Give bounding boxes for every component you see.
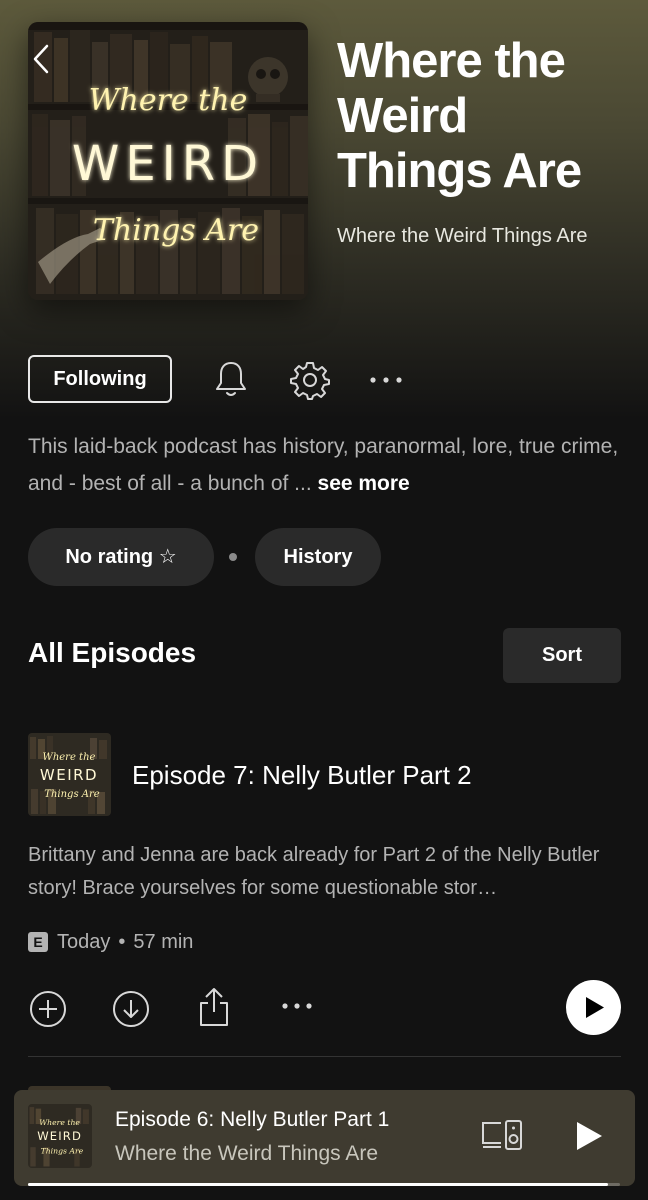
cover-line-3: Things Are bbox=[93, 213, 259, 248]
play-icon bbox=[586, 997, 604, 1018]
episode-duration: 57 min bbox=[133, 931, 194, 953]
cover-line-2: WEIRD bbox=[72, 136, 264, 192]
now-playing-show: Where the Weird Things Are bbox=[115, 1142, 379, 1165]
cover-line-1: Where the bbox=[89, 83, 248, 118]
podcast-publisher[interactable]: Where the Weird Things Are bbox=[337, 220, 617, 253]
thumb-line-1: Where the bbox=[43, 752, 96, 763]
gear-icon[interactable] bbox=[290, 360, 330, 400]
episode-meta: E Today • 57 min bbox=[28, 927, 193, 957]
episode-thumbnail[interactable]: Where the WEIRD Things Are bbox=[28, 733, 111, 816]
section-title: All Episodes bbox=[28, 637, 197, 668]
thumb-line-2: WEIRD bbox=[40, 766, 98, 784]
now-playing-title: Episode 6: Nelly Butler Part 1 bbox=[115, 1108, 390, 1131]
podcast-title: Where the Weird Things Are bbox=[337, 34, 582, 198]
podcast-description: This laid-back podcast has history, para… bbox=[28, 428, 628, 502]
episode-play-button[interactable] bbox=[566, 980, 621, 1035]
mini-thumb-line-2: WEIRD bbox=[37, 1129, 82, 1143]
meta-separator: • bbox=[118, 931, 126, 953]
playback-progress[interactable] bbox=[28, 1183, 620, 1186]
following-button[interactable]: Following bbox=[28, 355, 172, 403]
chevron-left-icon[interactable] bbox=[30, 42, 54, 76]
mini-thumb-line-3: Things Are bbox=[41, 1146, 84, 1155]
genre-chip[interactable]: History bbox=[255, 528, 381, 586]
add-icon[interactable] bbox=[28, 989, 68, 1029]
share-icon[interactable] bbox=[197, 985, 231, 1029]
episode-description: Brittany and Jenna are back already for … bbox=[28, 844, 600, 899]
see-more-link[interactable]: see more bbox=[318, 472, 410, 495]
podcast-cover-art: Where the WEIRD Things Are bbox=[28, 22, 308, 300]
more-icon[interactable] bbox=[280, 996, 314, 1016]
episode-date: Today bbox=[57, 931, 111, 953]
now-playing-play-button[interactable] bbox=[574, 1120, 604, 1152]
sort-button[interactable]: Sort bbox=[503, 628, 621, 683]
devices-icon[interactable] bbox=[481, 1118, 523, 1152]
thumb-line-3: Things Are bbox=[44, 789, 99, 800]
bell-icon[interactable] bbox=[212, 358, 250, 400]
now-playing-bar[interactable]: Where the WEIRD Things Are Episode 6: Ne… bbox=[14, 1090, 635, 1186]
now-playing-thumbnail: Where the WEIRD Things Are bbox=[28, 1104, 92, 1168]
more-icon[interactable] bbox=[368, 370, 404, 390]
download-icon[interactable] bbox=[111, 989, 151, 1029]
chip-separator-dot bbox=[229, 553, 237, 561]
episode-divider bbox=[28, 1056, 621, 1057]
mini-thumb-line-1: Where the bbox=[39, 1118, 80, 1127]
episode-title[interactable]: Episode 7: Nelly Butler Part 2 bbox=[132, 757, 472, 793]
rating-chip[interactable]: No rating ☆ bbox=[28, 528, 214, 586]
playback-progress-fill bbox=[28, 1183, 609, 1186]
explicit-badge: E bbox=[28, 932, 48, 952]
